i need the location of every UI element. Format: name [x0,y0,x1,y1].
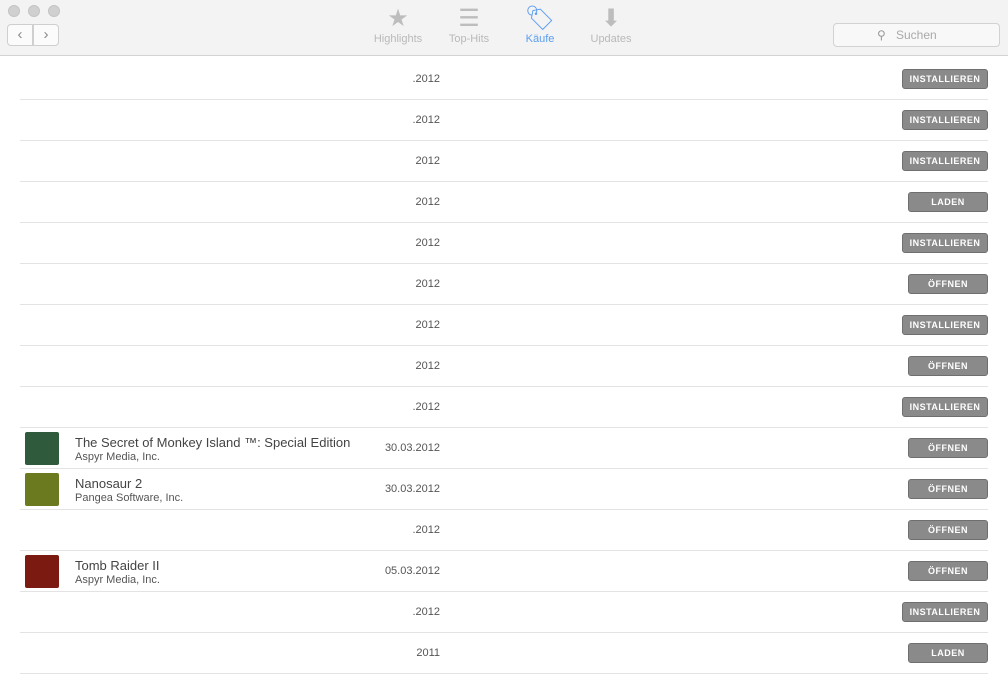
list-item: 2012 INSTALLIEREN [20,141,988,182]
purchase-date: .2012 [412,114,440,126]
action-button[interactable]: LADEN [908,192,988,212]
star-icon: ★ [387,5,409,32]
zoom-window-button[interactable] [48,5,60,17]
tag-icon: 🏷 [524,5,556,32]
action-button[interactable]: LADEN [908,643,988,663]
tab-label: Käufe [525,33,555,45]
tab-label: Highlights [373,33,423,45]
purchase-date: 30.03.2012 [384,442,440,454]
tab-highlights[interactable]: ★ Highlights [363,5,433,45]
action-button[interactable]: ÖFFNEN [908,561,988,581]
search-input[interactable]: ⚲ Suchen [833,23,1000,47]
action-button[interactable]: INSTALLIEREN [902,110,988,130]
list-item: 2012 INSTALLIEREN [20,223,988,264]
purchase-date: 2012 [415,278,440,290]
list-item: .2012 ÖFFNEN [20,510,988,551]
app-icon[interactable] [25,555,59,588]
list-item: .2012 INSTALLIEREN [20,59,988,100]
app-name[interactable]: The Secret of Monkey Island ™: Special E… [75,435,350,450]
action-button[interactable]: ÖFFNEN [908,356,988,376]
list-item: .2012 INSTALLIEREN [20,387,988,428]
tab-top-hits[interactable]: ☰ Top-Hits [434,5,504,45]
tab-kaeufe[interactable]: 🏷 Käufe [505,5,575,45]
app-name[interactable]: Tomb Raider II [75,558,160,573]
purchase-date: 2012 [415,360,440,372]
list-item: Nanosaur 2 Pangea Software, Inc. 30.03.20… [20,469,988,510]
list-item: 2012 INSTALLIEREN [20,305,988,346]
list-item: 2011 LADEN [20,633,988,674]
minimize-window-button[interactable] [28,5,40,17]
purchase-date: .2012 [412,73,440,85]
app-developer[interactable]: Aspyr Media, Inc. [75,451,160,463]
list-item: 2012 ÖFFNEN [20,264,988,305]
toolbar: ‹ › ★ Highlights ☰ Top-Hits 🏷 Käufe ⬇ Update… [0,0,1008,56]
list-item: 2012 LADEN [20,182,988,223]
close-window-button[interactable] [8,5,20,17]
purchase-date: 2011 [416,647,440,659]
purchase-date: .2012 [412,524,440,536]
purchase-date: 2012 [415,319,440,331]
action-button[interactable]: ÖFFNEN [908,438,988,458]
action-button[interactable]: ÖFFNEN [908,520,988,540]
app-developer[interactable]: Aspyr Media, Inc. [75,574,160,586]
download-icon: ⬇ [600,5,622,32]
tab-updates[interactable]: ⬇ Updates [576,5,646,45]
action-button[interactable]: INSTALLIEREN [902,602,988,622]
purchase-date: 05.03.2012 [384,565,440,577]
list-item: The Secret of Monkey Island ™: Special E… [20,428,988,469]
list-item: Tomb Raider II Aspyr Media, Inc. 05.03.20… [20,551,988,592]
back-button[interactable]: ‹ [7,24,33,46]
action-button[interactable]: INSTALLIEREN [902,69,988,89]
purchase-date: 2012 [415,155,440,167]
purchase-date: 2012 [415,237,440,249]
search-placeholder: Suchen [896,28,937,42]
purchase-date: .2012 [412,401,440,413]
purchase-date: .2012 [412,606,440,618]
action-button[interactable]: INSTALLIEREN [902,151,988,171]
tab-label: Updates [590,33,632,45]
app-developer[interactable]: Pangea Software, Inc. [75,492,183,504]
action-button[interactable]: INSTALLIEREN [902,397,988,417]
list-item: .2012 INSTALLIEREN [20,592,988,633]
tab-label: Top-Hits [448,33,490,45]
action-button[interactable]: ÖFFNEN [908,479,988,499]
action-button[interactable]: INSTALLIEREN [902,315,988,335]
action-button[interactable]: INSTALLIEREN [902,233,988,253]
purchase-date: 2012 [415,196,440,208]
app-name[interactable]: Nanosaur 2 [75,476,142,491]
action-button[interactable]: ÖFFNEN [908,274,988,294]
forward-button[interactable]: › [33,24,59,46]
search-icon: ⚲ [877,28,886,42]
list-item: .2012 INSTALLIEREN [20,100,988,141]
app-icon[interactable] [25,473,59,506]
app-icon[interactable] [25,432,59,465]
list-icon: ☰ [458,5,480,32]
list-item: 2012 ÖFFNEN [20,346,988,387]
purchase-date: 30.03.2012 [384,483,440,495]
